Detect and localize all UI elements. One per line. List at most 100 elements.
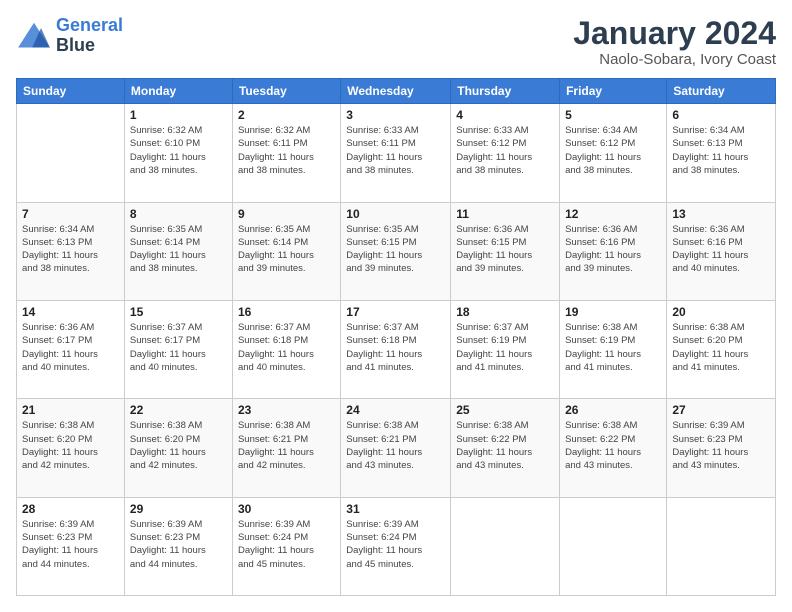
day-info: Sunrise: 6:38 AM Sunset: 6:20 PM Dayligh…: [22, 419, 119, 472]
day-info: Sunrise: 6:38 AM Sunset: 6:22 PM Dayligh…: [456, 419, 554, 472]
day-cell: 3Sunrise: 6:33 AM Sunset: 6:11 PM Daylig…: [341, 104, 451, 202]
day-number: 26: [565, 403, 661, 417]
day-number: 9: [238, 207, 335, 221]
title-block: January 2024 Naolo-Sobara, Ivory Coast: [573, 16, 776, 68]
day-cell: 6Sunrise: 6:34 AM Sunset: 6:13 PM Daylig…: [667, 104, 776, 202]
day-cell: 30Sunrise: 6:39 AM Sunset: 6:24 PM Dayli…: [232, 497, 340, 595]
day-info: Sunrise: 6:34 AM Sunset: 6:13 PM Dayligh…: [672, 124, 770, 177]
logo-line1: General: [56, 15, 123, 35]
header-row: SundayMondayTuesdayWednesdayThursdayFrid…: [17, 79, 776, 104]
day-info: Sunrise: 6:35 AM Sunset: 6:14 PM Dayligh…: [130, 223, 227, 276]
week-row-2: 7Sunrise: 6:34 AM Sunset: 6:13 PM Daylig…: [17, 202, 776, 300]
day-cell: 22 Sunrise: 6:38 AM Sunset: 6:20 PM Dayli…: [124, 399, 232, 497]
col-header-tuesday: Tuesday: [232, 79, 340, 104]
calendar-title: January 2024: [573, 16, 776, 51]
day-cell: 2 Sunrise: 6:32 AM Sunset: 6:11 PM Daylig…: [232, 104, 340, 202]
day-cell: 24 Sunrise: 6:38 AM Sunset: 6:21 PM Dayli…: [341, 399, 451, 497]
day-number: 2: [238, 108, 335, 122]
day-number: 3: [346, 108, 445, 122]
week-row-3: 14 Sunrise: 6:36 AM Sunset: 6:17 PM Dayli…: [17, 300, 776, 398]
day-number: 23: [238, 403, 335, 417]
day-cell: 10 Sunrise: 6:35 AM Sunset: 6:15 PM Dayli…: [341, 202, 451, 300]
day-cell: 9Sunrise: 6:35 AM Sunset: 6:14 PM Daylig…: [232, 202, 340, 300]
logo: General Blue: [16, 16, 123, 56]
day-info: Sunrise: 6:39 AM Sunset: 6:23 PM Dayligh…: [22, 518, 119, 571]
logo-icon: [16, 21, 52, 51]
col-header-monday: Monday: [124, 79, 232, 104]
day-number: 20: [672, 305, 770, 319]
day-number: 19: [565, 305, 661, 319]
day-number: 8: [130, 207, 227, 221]
day-cell: 19 Sunrise: 6:38 AM Sunset: 6:19 PM Dayli…: [560, 300, 667, 398]
day-number: 18: [456, 305, 554, 319]
day-number: 14: [22, 305, 119, 319]
col-header-wednesday: Wednesday: [341, 79, 451, 104]
day-info: Sunrise: 6:39 AM Sunset: 6:23 PM Dayligh…: [130, 518, 227, 571]
day-cell: [667, 497, 776, 595]
day-cell: 11 Sunrise: 6:36 AM Sunset: 6:15 PM Dayli…: [451, 202, 560, 300]
day-cell: 13Sunrise: 6:36 AM Sunset: 6:16 PM Dayli…: [667, 202, 776, 300]
day-info: Sunrise: 6:37 AM Sunset: 6:19 PM Dayligh…: [456, 321, 554, 374]
day-info: Sunrise: 6:38 AM Sunset: 6:21 PM Dayligh…: [238, 419, 335, 472]
day-number: 31: [346, 502, 445, 516]
day-cell: 4Sunrise: 6:33 AM Sunset: 6:12 PM Daylig…: [451, 104, 560, 202]
logo-line2: Blue: [56, 36, 123, 56]
day-number: 29: [130, 502, 227, 516]
day-cell: 1Sunrise: 6:32 AM Sunset: 6:10 PM Daylig…: [124, 104, 232, 202]
day-info: Sunrise: 6:38 AM Sunset: 6:20 PM Dayligh…: [672, 321, 770, 374]
col-header-thursday: Thursday: [451, 79, 560, 104]
day-info: Sunrise: 6:38 AM Sunset: 6:21 PM Dayligh…: [346, 419, 445, 472]
day-info: Sunrise: 6:37 AM Sunset: 6:17 PM Dayligh…: [130, 321, 227, 374]
day-info: Sunrise: 6:38 AM Sunset: 6:19 PM Dayligh…: [565, 321, 661, 374]
day-info: Sunrise: 6:36 AM Sunset: 6:15 PM Dayligh…: [456, 223, 554, 276]
day-cell: 15 Sunrise: 6:37 AM Sunset: 6:17 PM Dayli…: [124, 300, 232, 398]
day-number: 12: [565, 207, 661, 221]
day-info: Sunrise: 6:37 AM Sunset: 6:18 PM Dayligh…: [238, 321, 335, 374]
day-cell: 27Sunrise: 6:39 AM Sunset: 6:23 PM Dayli…: [667, 399, 776, 497]
day-number: 17: [346, 305, 445, 319]
day-cell: 29 Sunrise: 6:39 AM Sunset: 6:23 PM Dayli…: [124, 497, 232, 595]
day-info: Sunrise: 6:39 AM Sunset: 6:23 PM Dayligh…: [672, 419, 770, 472]
day-info: Sunrise: 6:36 AM Sunset: 6:16 PM Dayligh…: [672, 223, 770, 276]
day-info: Sunrise: 6:36 AM Sunset: 6:17 PM Dayligh…: [22, 321, 119, 374]
day-info: Sunrise: 6:34 AM Sunset: 6:12 PM Dayligh…: [565, 124, 661, 177]
day-number: 10: [346, 207, 445, 221]
day-cell: 20 Sunrise: 6:38 AM Sunset: 6:20 PM Dayli…: [667, 300, 776, 398]
day-info: Sunrise: 6:37 AM Sunset: 6:18 PM Dayligh…: [346, 321, 445, 374]
day-cell: 25 Sunrise: 6:38 AM Sunset: 6:22 PM Dayli…: [451, 399, 560, 497]
day-info: Sunrise: 6:38 AM Sunset: 6:20 PM Dayligh…: [130, 419, 227, 472]
day-number: 16: [238, 305, 335, 319]
day-info: Sunrise: 6:36 AM Sunset: 6:16 PM Dayligh…: [565, 223, 661, 276]
week-row-4: 21Sunrise: 6:38 AM Sunset: 6:20 PM Dayli…: [17, 399, 776, 497]
week-row-5: 28 Sunrise: 6:39 AM Sunset: 6:23 PM Dayli…: [17, 497, 776, 595]
day-number: 1: [130, 108, 227, 122]
day-number: 25: [456, 403, 554, 417]
day-info: Sunrise: 6:35 AM Sunset: 6:15 PM Dayligh…: [346, 223, 445, 276]
day-number: 7: [22, 207, 119, 221]
day-info: Sunrise: 6:32 AM Sunset: 6:11 PM Dayligh…: [238, 124, 335, 177]
day-number: 28: [22, 502, 119, 516]
week-row-1: 1Sunrise: 6:32 AM Sunset: 6:10 PM Daylig…: [17, 104, 776, 202]
day-info: Sunrise: 6:33 AM Sunset: 6:12 PM Dayligh…: [456, 124, 554, 177]
day-number: 11: [456, 207, 554, 221]
day-number: 22: [130, 403, 227, 417]
day-cell: [560, 497, 667, 595]
day-number: 5: [565, 108, 661, 122]
day-number: 24: [346, 403, 445, 417]
day-cell: 21Sunrise: 6:38 AM Sunset: 6:20 PM Dayli…: [17, 399, 125, 497]
day-number: 15: [130, 305, 227, 319]
day-cell: 28 Sunrise: 6:39 AM Sunset: 6:23 PM Dayli…: [17, 497, 125, 595]
day-cell: [17, 104, 125, 202]
day-info: Sunrise: 6:38 AM Sunset: 6:22 PM Dayligh…: [565, 419, 661, 472]
col-header-friday: Friday: [560, 79, 667, 104]
calendar-subtitle: Naolo-Sobara, Ivory Coast: [573, 51, 776, 68]
page: General Blue January 2024 Naolo-Sobara, …: [0, 0, 792, 612]
day-cell: 8 Sunrise: 6:35 AM Sunset: 6:14 PM Daylig…: [124, 202, 232, 300]
col-header-sunday: Sunday: [17, 79, 125, 104]
day-cell: 26 Sunrise: 6:38 AM Sunset: 6:22 PM Dayli…: [560, 399, 667, 497]
day-cell: 17 Sunrise: 6:37 AM Sunset: 6:18 PM Dayli…: [341, 300, 451, 398]
day-cell: [451, 497, 560, 595]
header: General Blue January 2024 Naolo-Sobara, …: [16, 16, 776, 68]
day-cell: 23 Sunrise: 6:38 AM Sunset: 6:21 PM Dayli…: [232, 399, 340, 497]
day-cell: 31Sunrise: 6:39 AM Sunset: 6:24 PM Dayli…: [341, 497, 451, 595]
